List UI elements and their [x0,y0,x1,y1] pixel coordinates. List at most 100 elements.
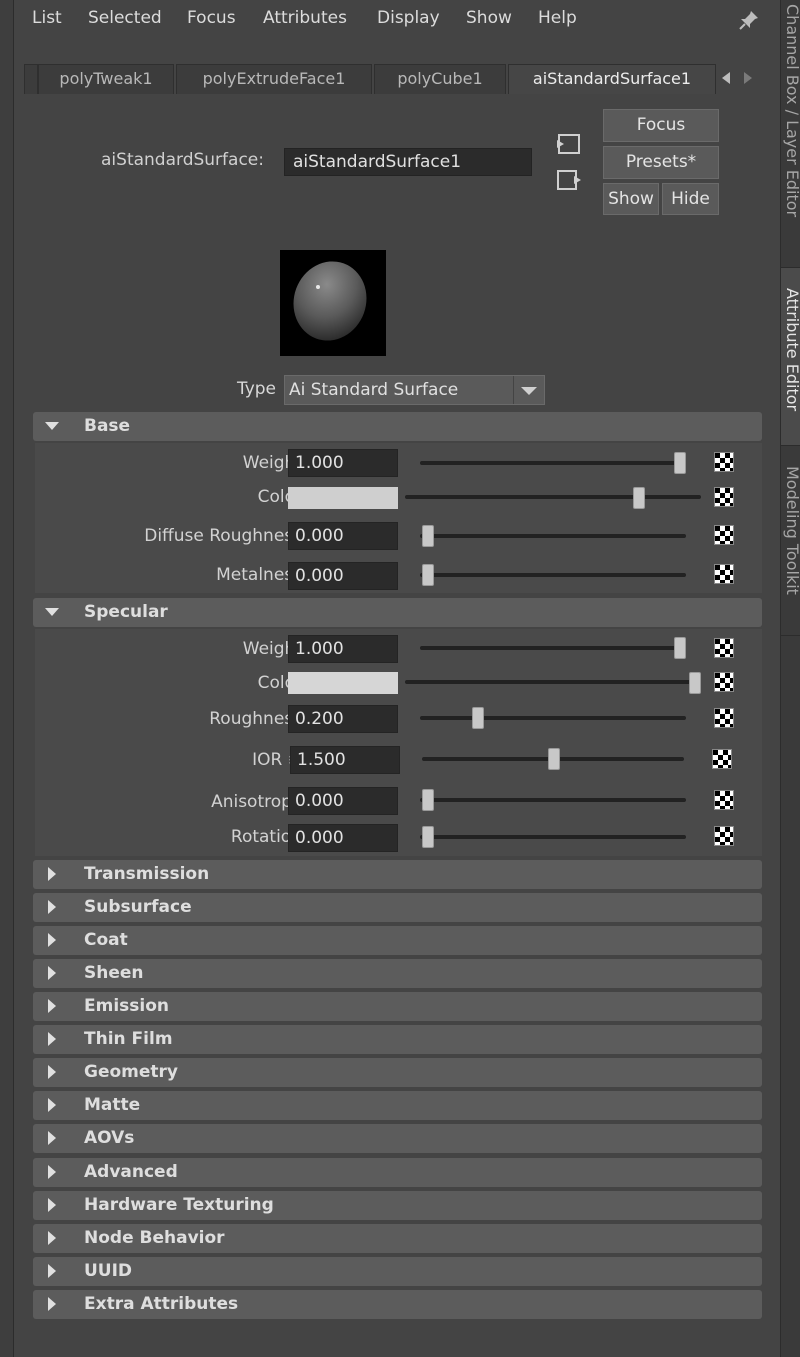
base-color-slider-track[interactable] [405,495,701,499]
type-label: Type [236,379,276,399]
specular-ior-field[interactable]: 1.500 [290,746,400,774]
input-connection-icon[interactable] [556,132,582,156]
tab-scroll-left-icon[interactable] [722,72,730,84]
section-advanced-header[interactable]: Advanced [33,1158,762,1187]
checker-map-icon[interactable] [714,672,734,692]
specular-weight-field[interactable]: 1.000 [288,635,398,663]
section-specular-title: Specular [84,602,168,622]
specular-anisotropy-slider-track[interactable] [420,798,686,802]
chevron-down-icon[interactable] [521,387,537,395]
side-tab-attribute-editor[interactable]: Attribute Editor [781,268,800,446]
base-metalness-field[interactable]: 0.000 [288,562,398,590]
section-matte-header[interactable]: Matte [33,1091,762,1120]
checker-map-icon[interactable] [714,452,734,472]
base-diffuse-roughness-field[interactable]: 0.000 [288,522,398,550]
checker-map-icon[interactable] [714,487,734,507]
collapsed-triangle-icon [48,1231,56,1245]
menu-display[interactable]: Display [377,8,440,28]
node-name-field[interactable]: aiStandardSurface1 [284,148,532,176]
section-title: Matte [84,1095,141,1115]
hide-button[interactable]: Hide [662,183,719,215]
collapsed-triangle-icon [48,1032,56,1046]
checker-map-icon[interactable] [714,790,734,810]
section-geometry-header[interactable]: Geometry [33,1058,762,1087]
tab-polytweak1[interactable]: polyTweak1 [38,64,174,94]
base-weight-field[interactable]: 1.000 [288,449,398,477]
section-sheen-header[interactable]: Sheen [33,959,762,988]
checker-map-icon[interactable] [714,525,734,545]
section-title: Node Behavior [84,1228,225,1248]
collapsed-triangle-icon [48,900,56,914]
section-coat-header[interactable]: Coat [33,926,762,955]
checker-map-icon[interactable] [714,708,734,728]
section-extra-attributes-header[interactable]: Extra Attributes [33,1290,762,1319]
side-tab-modeling-toolkit[interactable]: Modeling Toolkit [781,446,800,636]
presets-button[interactable]: Presets* [603,146,719,179]
specular-rotation-field[interactable]: 0.000 [288,824,398,852]
output-connection-icon[interactable] [556,168,582,192]
section-emission-header[interactable]: Emission [33,992,762,1021]
menu-show[interactable]: Show [466,8,512,28]
section-node-behavior-header[interactable]: Node Behavior [33,1224,762,1253]
section-base-header[interactable]: Base [33,412,762,441]
specular-weight-slider-handle[interactable] [674,637,686,659]
base-metalness-slider-track[interactable] [420,573,686,577]
menu-attributes[interactable]: Attributes [263,8,347,28]
section-title: Emission [84,996,169,1016]
specular-roughness-field[interactable]: 0.200 [288,705,398,733]
section-title: AOVs [84,1128,135,1148]
specular-ior-slider-handle[interactable] [548,748,560,770]
section-specular-header[interactable]: Specular [33,598,762,627]
section-subsurface-header[interactable]: Subsurface [33,893,762,922]
menu-list[interactable]: List [32,8,62,28]
base-weight-slider-handle[interactable] [674,452,686,474]
checker-map-icon[interactable] [712,749,732,769]
section-transmission-header[interactable]: Transmission [33,860,762,889]
specular-weight-slider-track[interactable] [420,646,686,650]
checker-map-icon[interactable] [714,638,734,658]
section-thin-film-header[interactable]: Thin Film [33,1025,762,1054]
type-dropdown[interactable]: Ai Standard Surface [284,375,545,405]
base-metalness-slider-handle[interactable] [422,564,434,586]
collapsed-triangle-icon [48,1264,56,1278]
specular-roughness-slider-track[interactable] [420,716,686,720]
section-title: Advanced [84,1162,178,1182]
section-title: Extra Attributes [84,1294,239,1314]
tab-polycube1[interactable]: polyCube1 [374,64,506,94]
menu-selected[interactable]: Selected [88,8,162,28]
section-base-title: Base [84,416,131,436]
specular-roughness-slider-handle[interactable] [472,707,484,729]
tab-aistandardsurface1[interactable]: aiStandardSurface1 [508,64,716,94]
menu-bar: List Selected Focus Attributes Display S… [14,0,780,38]
tab-polyextrudeface1[interactable]: polyExtrudeFace1 [176,64,372,94]
specular-anisotropy-field[interactable]: 0.000 [288,787,398,815]
collapsed-triangle-icon [48,933,56,947]
section-title: UUID [84,1261,133,1281]
tab-scroll-right-icon[interactable] [744,72,752,84]
tab-overflow-left[interactable] [24,64,38,94]
base-color-swatch[interactable] [288,487,398,509]
focus-button[interactable]: Focus [603,109,719,142]
base-diffuse-roughness-slider-handle[interactable] [422,525,434,547]
section-aovs-header[interactable]: AOVs [33,1124,762,1153]
collapsed-triangle-icon [48,966,56,980]
specular-color-slider-track[interactable] [405,680,701,684]
section-uuid-header[interactable]: UUID [33,1257,762,1286]
show-button[interactable]: Show [603,183,659,215]
section-hardware-texturing-header[interactable]: Hardware Texturing [33,1191,762,1220]
collapsed-triangle-icon [48,1131,56,1145]
base-diffuse-roughness-slider-track[interactable] [420,534,686,538]
checker-map-icon[interactable] [714,826,734,846]
pin-icon[interactable] [738,9,760,31]
specular-rotation-slider-handle[interactable] [422,826,434,848]
side-tab-channel-box[interactable]: Channel Box / Layer Editor [781,0,800,268]
base-weight-slider-track[interactable] [420,461,686,465]
menu-help[interactable]: Help [538,8,577,28]
menu-focus[interactable]: Focus [187,8,236,28]
specular-color-slider-handle[interactable] [689,672,701,694]
specular-rotation-slider-track[interactable] [420,835,686,839]
specular-anisotropy-slider-handle[interactable] [422,789,434,811]
base-color-slider-handle[interactable] [633,487,645,509]
checker-map-icon[interactable] [714,564,734,584]
specular-color-swatch[interactable] [288,672,398,694]
